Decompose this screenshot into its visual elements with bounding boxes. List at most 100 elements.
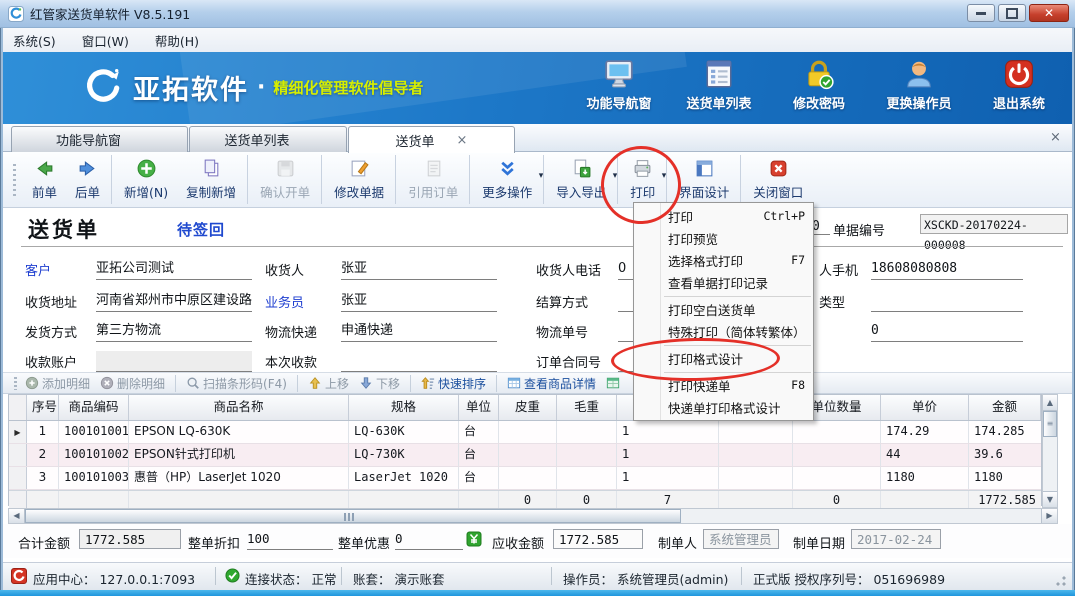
receiver-mobile-field[interactable]: 18608080808 [871, 259, 1023, 280]
address-field[interactable]: 河南省郑州市中原区建设路 [96, 291, 252, 312]
discount-field[interactable]: 100 [247, 529, 333, 550]
col-seq[interactable]: 序号 [27, 395, 59, 420]
detail-toolbar-button[interactable]: 下移 [359, 375, 400, 392]
row-selector[interactable] [9, 421, 27, 443]
detail-toolbar-button[interactable]: 添加明细 [25, 375, 90, 392]
table-hscrollbar[interactable]: ◀ ▶ [8, 508, 1058, 524]
cell-spec: LQ-730K [349, 444, 459, 466]
tabstrip-close-icon[interactable]: × [1050, 130, 1065, 145]
print-menu-item[interactable]: 打印快递单 F8 [634, 374, 813, 396]
print-menu-item[interactable]: 特殊打印（简体转繁体） [634, 320, 813, 342]
toolbar-button-label: 关闭窗口 [753, 182, 803, 201]
detail-toolbar-button[interactable] [606, 376, 623, 390]
print-menu-item[interactable]: 查看单据打印记录 [634, 271, 813, 293]
tab[interactable]: 功能导航窗 [11, 126, 188, 152]
receive-account-field[interactable] [96, 351, 252, 372]
detail-toolbar-button[interactable]: 上移 [297, 375, 349, 392]
col-code[interactable]: 商品编码 [59, 395, 129, 420]
print-menu-item[interactable]: 打印预览 [634, 227, 813, 249]
menu-item[interactable]: 系统(S) [13, 31, 56, 50]
table-row[interactable]: 1 100101001 EPSON LQ-630K LQ-630K 台 1 17… [9, 421, 1041, 444]
detail-toolbar-grip[interactable] [14, 377, 17, 390]
col-spec[interactable]: 规格 [349, 395, 459, 420]
table-row[interactable]: 2 100101002 EPSON针式打印机 LQ-730K 台 1 44 39… [9, 444, 1041, 467]
table-row[interactable]: 3 100101003 惠普（HP）LaserJet 1020 LaserJet… [9, 467, 1041, 490]
toolbar-button[interactable]: 修改单据 ▾ [321, 155, 393, 204]
resize-grip[interactable] [1056, 576, 1066, 586]
toolbar-button[interactable]: 界面设计 ▾ [666, 155, 738, 204]
banner-action[interactable]: 退出系统 [980, 58, 1058, 112]
copy-icon [201, 158, 222, 179]
toolbar-button[interactable]: 确认开单 ▾ [247, 155, 319, 204]
field-label-ship-method: 发货方式 [25, 322, 77, 341]
receiver-field[interactable]: 张亚 [341, 259, 497, 280]
row-selector[interactable] [9, 467, 27, 489]
toolbar-button[interactable]: 新增(N) ▾ [111, 155, 177, 204]
ship-method-field[interactable]: 第三方物流 [96, 321, 252, 342]
print-menu-item[interactable]: 打印格式设计 [634, 347, 813, 369]
menu-item-shortcut: F7 [791, 253, 805, 267]
window-title: 红管家送货单软件 V8.5.191 [30, 4, 190, 23]
restore-button[interactable] [998, 4, 1026, 22]
toolbar-button[interactable]: 打印 ▾ [617, 155, 664, 204]
payment-now-field[interactable] [341, 351, 497, 372]
detail-toolbar-button[interactable]: 扫描条形码(F4) [175, 375, 287, 392]
tab[interactable]: 送货单 × [348, 126, 515, 153]
field-label-logistics: 物流快递 [265, 322, 317, 341]
hscroll-thumb[interactable] [25, 509, 681, 523]
menu-item[interactable]: 窗口(W) [82, 31, 129, 50]
detail-toolbar-button[interactable]: 快速排序 [410, 375, 486, 392]
close-button[interactable]: ✕ [1029, 4, 1069, 22]
col-unit[interactable]: 单位 [459, 395, 499, 420]
menu-item[interactable]: 帮助(H) [155, 31, 199, 50]
row-selector[interactable] [9, 444, 27, 466]
title-bar: 红管家送货单软件 V8.5.191 ✕ [0, 0, 1075, 28]
toolbar-button[interactable]: 更多操作 ▾ [469, 155, 541, 204]
banner-action[interactable]: 送货单列表 [680, 58, 758, 112]
tab-close-icon[interactable]: × [457, 133, 468, 148]
type-field[interactable] [871, 291, 1023, 312]
toolbar-button[interactable]: 前单 ▾ [23, 155, 66, 204]
scroll-right-icon[interactable]: ▶ [1041, 509, 1057, 523]
col-price[interactable]: 单价 [881, 395, 969, 420]
scroll-left-icon[interactable]: ◀ [9, 509, 25, 523]
toolbar-button[interactable]: 后单 ▾ [66, 155, 109, 204]
field-label-receiver: 收货人 [265, 260, 304, 279]
scroll-up-icon[interactable]: ▲ [1043, 395, 1057, 411]
banner-action[interactable]: 修改密码 [780, 58, 858, 112]
coupon-field[interactable]: 0 [395, 529, 463, 550]
toolbar-button[interactable]: 复制新增 ▾ [177, 155, 245, 204]
toolbar-button-label: 界面设计 [679, 182, 729, 201]
minimize-button[interactable] [967, 4, 995, 22]
toolbar-button[interactable]: 引用订单 ▾ [395, 155, 467, 204]
detail-toolbar-button[interactable]: 查看商品详情 [496, 375, 596, 392]
print-menu-item[interactable]: 快递单打印格式设计 [634, 396, 813, 418]
col-gross[interactable]: 毛重 [557, 395, 617, 420]
field-label-customer: 客户 [25, 260, 51, 279]
salesman-field[interactable]: 张亚 [341, 291, 497, 312]
toolbar-button[interactable]: 导入导出 ▾ [543, 155, 615, 204]
banner-action-label: 功能导航窗 [586, 93, 651, 112]
table-vscrollbar[interactable]: ▲ ≡ ▼ [1042, 394, 1058, 508]
toolbar-button[interactable]: 关闭窗口 ▾ [740, 155, 812, 204]
scroll-down-icon[interactable]: ▼ [1043, 491, 1057, 507]
col-amount[interactable]: 金额 [969, 395, 1041, 420]
total-amount-label: 合计金额 [18, 533, 70, 552]
logistics-field[interactable]: 申通快递 [341, 321, 497, 342]
extra-number-field[interactable]: 0 [871, 321, 1023, 342]
tab[interactable]: 送货单列表 [189, 126, 347, 152]
print-menu-item[interactable]: 打印 Ctrl+P [634, 205, 813, 227]
customer-field[interactable]: 亚拓公司测试 [96, 259, 252, 280]
detail-toolbar-button[interactable]: 删除明细 [100, 375, 165, 392]
col-tare[interactable]: 皮重 [499, 395, 557, 420]
cell-amount: 1180 [969, 467, 1041, 489]
toolbar-grip[interactable] [13, 164, 16, 196]
col-name[interactable]: 商品名称 [129, 395, 349, 420]
print-menu-item[interactable]: 选择格式打印 F7 [634, 249, 813, 271]
lock-icon [803, 58, 835, 90]
vscroll-thumb[interactable]: ≡ [1043, 411, 1057, 437]
banner-action[interactable]: 功能导航窗 [580, 58, 658, 112]
banner-action[interactable]: 更换操作员 [880, 58, 958, 112]
print-menu-item[interactable]: 打印空白送货单 [634, 298, 813, 320]
detail-toolbar-button-label: 扫描条形码(F4) [203, 375, 287, 392]
